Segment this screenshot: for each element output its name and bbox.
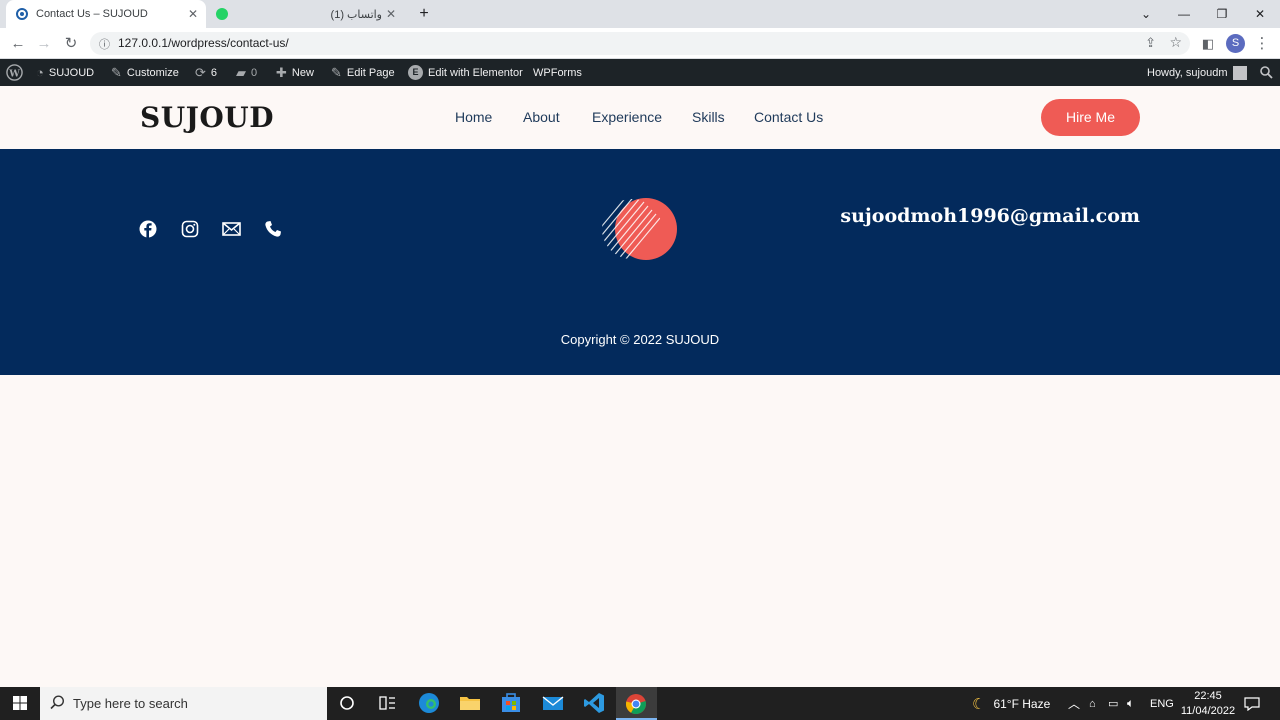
- close-tab-icon[interactable]: ✕: [386, 7, 396, 21]
- cortana-icon[interactable]: [334, 691, 360, 715]
- chrome-taskbar-icon[interactable]: [616, 687, 657, 720]
- hire-me-button[interactable]: Hire Me: [1041, 99, 1140, 136]
- user-avatar: [1232, 65, 1247, 80]
- clock[interactable]: 22:45 11/04/2022: [1178, 687, 1238, 720]
- browser-toolbar: ← → ↻ ⓘ 127.0.0.1/wordpress/contact-us/ …: [0, 28, 1280, 59]
- volume-icon[interactable]: 🔈︎: [1127, 687, 1134, 720]
- battery-icon[interactable]: ▭: [1108, 687, 1118, 720]
- windows-start-icon[interactable]: [8, 691, 34, 715]
- vscode-icon[interactable]: [581, 691, 607, 715]
- tab-search-icon[interactable]: ⌄: [1126, 4, 1166, 24]
- adminbar-site-name[interactable]: ◔ SUJOUD: [36, 59, 94, 86]
- adminbar-updates[interactable]: ⟳ 6: [195, 59, 217, 86]
- nav-about[interactable]: About: [523, 109, 560, 125]
- url-text: 127.0.0.1/wordpress/contact-us/: [118, 36, 289, 50]
- tab-contact-us[interactable]: Contact Us – SUJOUD ✕: [6, 0, 206, 28]
- address-bar[interactable]: ⓘ 127.0.0.1/wordpress/contact-us/ ⇪ ☆: [90, 32, 1190, 55]
- tab-title: (1) واتساب: [330, 8, 382, 21]
- profile-avatar[interactable]: S: [1226, 34, 1245, 53]
- moon-haze-icon: ☾: [972, 695, 986, 713]
- adminbar-new[interactable]: ✚ New: [276, 59, 314, 86]
- weather-widget[interactable]: ☾ 61°F Haze: [972, 687, 1050, 720]
- adminbar-search-icon[interactable]: [1260, 59, 1273, 86]
- facebook-icon[interactable]: [139, 220, 159, 240]
- search-placeholder: Type here to search: [73, 696, 188, 711]
- restore-icon[interactable]: ❐: [1202, 4, 1242, 24]
- site-info-icon[interactable]: ⓘ: [99, 36, 110, 52]
- edge-browser-icon[interactable]: [416, 691, 442, 715]
- phone-icon[interactable]: [264, 220, 284, 240]
- site-favicon-icon: [16, 8, 28, 20]
- updates-icon: ⟳: [195, 64, 206, 80]
- minimize-icon[interactable]: —: [1164, 4, 1204, 24]
- svg-text:W: W: [8, 68, 20, 79]
- back-icon[interactable]: ←: [8, 34, 28, 54]
- pencil-icon: ✎: [331, 64, 342, 80]
- tab-title: Contact Us – SUJOUD: [36, 8, 148, 20]
- site-logo[interactable]: SUJOUD: [140, 101, 274, 134]
- adminbar-customize[interactable]: ✎ Customize: [111, 59, 179, 86]
- taskbar-search-box[interactable]: Type here to search: [40, 687, 327, 720]
- plus-icon: ✚: [276, 64, 287, 80]
- site-footer: sujoodmoh1996@gmail.com Copyright © 2022…: [0, 149, 1280, 375]
- adminbar-comments[interactable]: ▰ 0: [236, 59, 257, 86]
- adminbar-account[interactable]: Howdy, sujoudm: [1147, 59, 1247, 86]
- windows-taskbar: Type here to search ☾ 61°F Haze ︿ ⌂ ▭ 🔈︎…: [0, 687, 1280, 720]
- device-icon[interactable]: ⌂: [1089, 687, 1096, 720]
- comment-icon: ▰: [236, 64, 246, 80]
- site-header: SUJOUD Home About Experience Skills Cont…: [0, 86, 1280, 149]
- nav-experience[interactable]: Experience: [592, 109, 662, 125]
- nav-contact-us[interactable]: Contact Us: [754, 109, 823, 125]
- language-indicator[interactable]: ENG: [1150, 687, 1174, 720]
- menu-kebab-icon[interactable]: ⋮: [1252, 34, 1272, 54]
- search-icon: [50, 695, 65, 713]
- nav-home[interactable]: Home: [455, 109, 492, 125]
- reload-icon[interactable]: ↻: [61, 34, 81, 54]
- wp-admin-bar: W ◔ SUJOUD ✎ Customize ⟳ 6 ▰ 0 ✚ New ✎ E…: [0, 59, 1280, 86]
- share-icon[interactable]: ⇪: [1145, 35, 1156, 51]
- adminbar-edit-page[interactable]: ✎ Edit Page: [331, 59, 395, 86]
- side-panel-icon[interactable]: ◧: [1198, 34, 1218, 54]
- forward-icon[interactable]: →: [34, 34, 54, 54]
- elementor-icon: E: [408, 65, 423, 80]
- mail-icon[interactable]: [222, 220, 242, 240]
- close-tab-icon[interactable]: ✕: [188, 7, 198, 21]
- copyright-text: Copyright © 2022 SUJOUD: [560, 332, 720, 347]
- close-window-icon[interactable]: ✕: [1240, 4, 1280, 24]
- whatsapp-favicon-icon: [216, 8, 228, 20]
- adminbar-wpforms[interactable]: WPForms: [533, 59, 582, 86]
- notifications-icon[interactable]: [1244, 687, 1260, 720]
- mail-app-icon[interactable]: [540, 691, 566, 715]
- tab-whatsapp[interactable]: (1) واتساب ✕: [206, 0, 406, 28]
- new-tab-button[interactable]: +: [405, 4, 443, 24]
- instagram-icon[interactable]: [181, 220, 201, 240]
- show-hidden-icons-chevron-icon[interactable]: ︿: [1068, 687, 1080, 720]
- contact-email-link[interactable]: sujoodmoh1996@gmail.com: [840, 205, 1140, 227]
- task-view-icon[interactable]: [374, 691, 400, 715]
- microsoft-store-icon[interactable]: [498, 691, 524, 715]
- footer-logo-graphic: [600, 198, 680, 260]
- dashboard-icon: ◔: [36, 65, 44, 80]
- file-explorer-icon[interactable]: [457, 691, 483, 715]
- adminbar-elementor[interactable]: E Edit with Elementor: [408, 59, 523, 86]
- brush-icon: ✎: [111, 64, 122, 80]
- wordpress-logo-icon[interactable]: W: [6, 59, 23, 86]
- bookmark-star-icon[interactable]: ☆: [1169, 34, 1182, 51]
- nav-skills[interactable]: Skills: [692, 109, 725, 125]
- browser-tab-strip: Contact Us – SUJOUD ✕ (1) واتساب ✕ + ⌄ —…: [0, 0, 1280, 28]
